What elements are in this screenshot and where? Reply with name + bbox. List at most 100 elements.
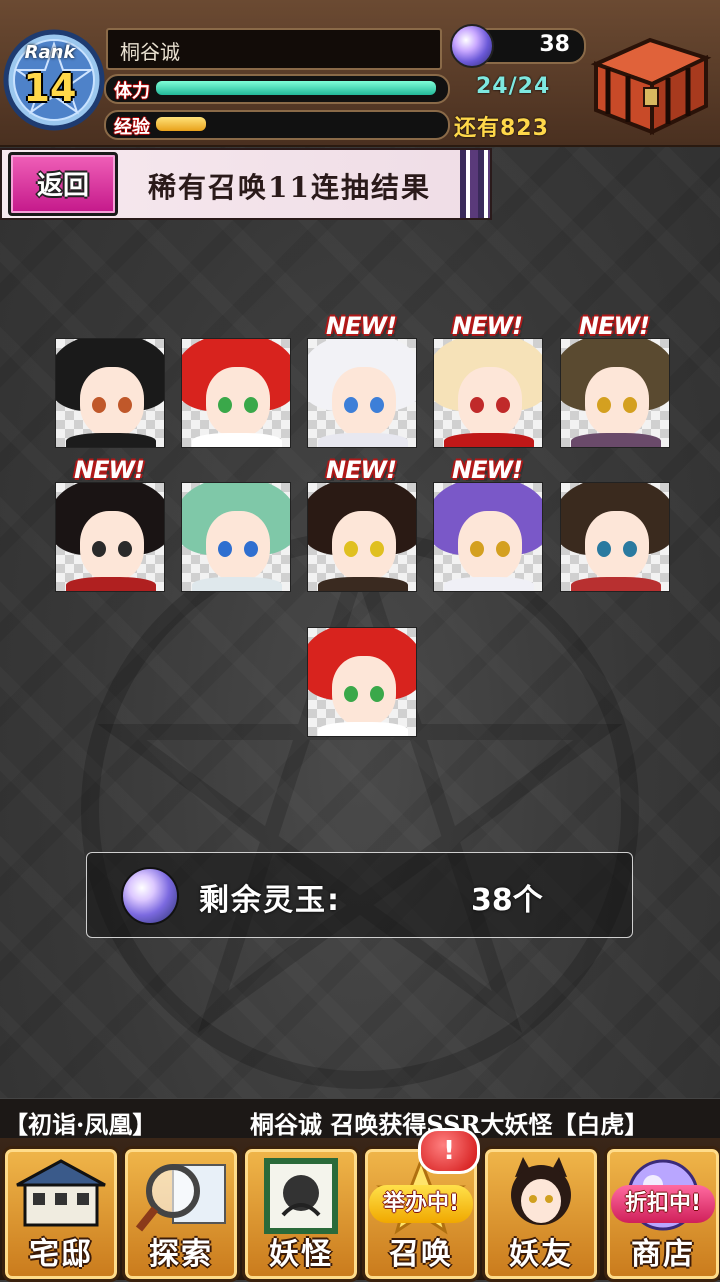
stamina-value: 24/24 (476, 74, 551, 99)
character-face (458, 511, 522, 581)
character-face (206, 511, 270, 581)
character-eye (623, 541, 637, 557)
character-outfit (571, 577, 661, 591)
character-eye (118, 541, 132, 557)
new-badge: NEW! (452, 312, 523, 340)
back-label: 返回 (36, 171, 89, 201)
character-eye (92, 541, 106, 557)
character-outfit (66, 577, 156, 591)
pentacle-watermark (81, 531, 639, 1089)
exp-remaining: 还有823 (454, 116, 549, 141)
exp-bar: 经验 (104, 110, 450, 140)
nav-label-friends: 妖友 (509, 1237, 573, 1272)
player-name: 桐谷诚 (120, 40, 180, 64)
character-outfit (66, 433, 156, 447)
new-badge: NEW! (326, 312, 397, 340)
character-face (585, 367, 649, 437)
character-face (332, 656, 396, 726)
character-eye (244, 397, 258, 413)
summon-result-card[interactable] (433, 338, 543, 448)
character-eye (92, 397, 106, 413)
character-eye (244, 541, 258, 557)
treasure-chest-icon[interactable] (588, 32, 712, 136)
character-eye (470, 397, 484, 413)
character-eye (370, 541, 384, 557)
character-eye (370, 397, 384, 413)
character-outfit (318, 722, 408, 736)
stamina-bar: 体力 (104, 74, 450, 104)
back-button[interactable]: 返回 (8, 152, 118, 216)
stamina-fill (156, 81, 436, 95)
summon-result-card[interactable] (55, 338, 165, 448)
character-eye (218, 397, 232, 413)
catgirl-icon (511, 1157, 571, 1225)
character-eye (344, 686, 358, 702)
new-badge: NEW! (326, 456, 397, 484)
character-eye (623, 397, 637, 413)
character-outfit (192, 577, 282, 591)
rank-label: Rank (24, 42, 76, 63)
new-badge: NEW! (452, 456, 523, 484)
character-eye (597, 541, 611, 557)
nav-label-shop: 商店 (631, 1237, 695, 1272)
character-face (332, 511, 396, 581)
summon-result-card[interactable] (560, 338, 670, 448)
character-eye (344, 541, 358, 557)
spirit-gem-icon (450, 24, 494, 68)
stamina-label: 体力 (114, 81, 150, 102)
nav-explore-button[interactable]: 探索 (122, 1146, 240, 1282)
nav-friends-button[interactable]: 妖友 (482, 1146, 600, 1282)
character-face (206, 367, 270, 437)
remaining-gems-panel: 剩余灵玉: 38个 (86, 852, 633, 938)
nav-label-monsters: 妖怪 (269, 1237, 333, 1272)
character-eye (597, 397, 611, 413)
spirit-gem-icon (121, 867, 179, 925)
summon-result-card[interactable] (307, 482, 417, 592)
summon-result-card[interactable] (307, 627, 417, 737)
summon-result-card[interactable] (181, 338, 291, 448)
character-face (332, 367, 396, 437)
character-eye (470, 541, 484, 557)
summon-result-card[interactable] (433, 482, 543, 592)
character-outfit (444, 433, 534, 447)
character-outfit (192, 433, 282, 447)
player-name-box: 桐谷诚 (106, 28, 442, 70)
nav-label-summon: 召唤 (389, 1237, 453, 1272)
character-eye (496, 541, 510, 557)
remaining-label: 剩余灵玉: (199, 883, 341, 918)
character-face (80, 367, 144, 437)
character-eye (496, 397, 510, 413)
new-badge: NEW! (74, 456, 145, 484)
nav-home-button[interactable]: 宅邸 (2, 1146, 120, 1282)
character-outfit (571, 433, 661, 447)
nav-shop-button[interactable]: 折扣中! 商店 (604, 1146, 720, 1282)
new-badge: NEW! (579, 312, 650, 340)
scroll-monster-icon (264, 1158, 338, 1234)
gem-counter[interactable]: 38 (450, 24, 586, 68)
summon-result-card[interactable] (55, 482, 165, 592)
nav-label-home: 宅邸 (29, 1237, 93, 1272)
summon-result-card[interactable] (307, 338, 417, 448)
nav-monsters-button[interactable]: 妖怪 (242, 1146, 360, 1282)
discount-tag: 折扣中! (611, 1185, 715, 1223)
character-eye (344, 397, 358, 413)
nav-label-explore: 探索 (149, 1237, 213, 1272)
character-eye (370, 686, 384, 702)
ticker-event: 【初诣·凤凰】 (4, 1110, 157, 1139)
character-eye (218, 541, 232, 557)
rank-value: 14 (23, 66, 77, 110)
character-outfit (318, 577, 408, 591)
exp-label: 经验 (114, 117, 150, 138)
exp-fill (156, 117, 206, 131)
character-face (585, 511, 649, 581)
news-ticker: 【初诣·凤凰】 桐谷诚 召唤获得SSR大妖怪【白虎】 (0, 1098, 720, 1139)
summon-result-card[interactable] (560, 482, 670, 592)
alert-badge: ! (418, 1128, 480, 1174)
gem-count: 38 (539, 32, 570, 57)
event-active-tag: 举办中! (369, 1185, 473, 1223)
summon-result-card[interactable] (181, 482, 291, 592)
page-title: 稀有召唤11连抽结果 (148, 171, 431, 204)
magnifier-map-icon (135, 1164, 226, 1232)
character-outfit (318, 433, 408, 447)
character-face (80, 511, 144, 581)
